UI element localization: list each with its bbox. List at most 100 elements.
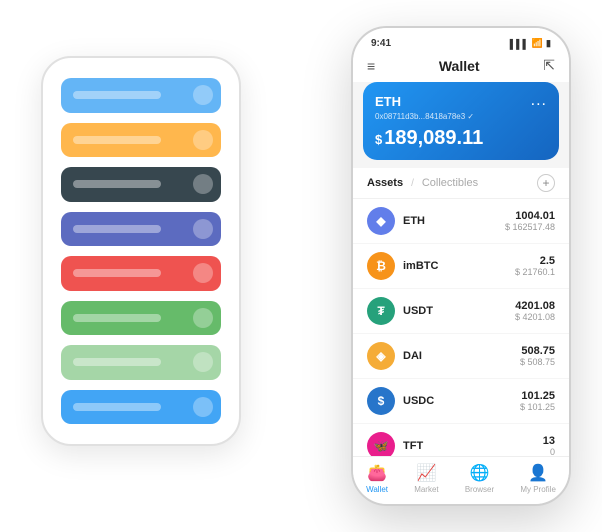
- nav-market[interactable]: 📈 Market: [414, 463, 438, 494]
- background-phone: [41, 56, 241, 446]
- usdc-usd: $ 101.25: [520, 402, 555, 412]
- bg-card-text-7: [73, 358, 161, 366]
- bg-card-8: [61, 390, 221, 425]
- eth-dollar-sign: $: [375, 132, 382, 147]
- bg-card-text-8: [73, 403, 161, 411]
- usdt-usd: $ 4201.08: [515, 312, 555, 322]
- eth-card-header: ETH ...: [375, 92, 547, 110]
- bg-card-icon-1: [193, 85, 213, 105]
- eth-address: 0x08711d3b...8418a78e3 ✓: [375, 112, 547, 121]
- bg-card-icon-6: [193, 308, 213, 328]
- scene: 9:41 ▌▌▌ 📶 ▮ ≡ Wallet ⇱ ETH ... 0x08711d…: [21, 16, 581, 516]
- usdt-amounts: 4201.08 $ 4201.08: [515, 300, 555, 322]
- expand-icon[interactable]: ⇱: [543, 57, 555, 74]
- asset-name-eth: ETH: [403, 215, 505, 227]
- nav-browser[interactable]: 🌐 Browser: [465, 463, 494, 494]
- dai-amount: 508.75: [520, 345, 555, 357]
- usdc-amounts: 101.25 $ 101.25: [520, 390, 555, 412]
- asset-item-dai[interactable]: ◈ DAI 508.75 $ 508.75: [353, 334, 569, 379]
- dai-usd: $ 508.75: [520, 357, 555, 367]
- usdt-amount: 4201.08: [515, 300, 555, 312]
- bg-card-icon-2: [193, 130, 213, 150]
- eth-card-dots[interactable]: ...: [531, 92, 547, 110]
- usdc-amount: 101.25: [520, 390, 555, 402]
- eth-usd: $ 162517.48: [505, 222, 555, 232]
- imbtc-amount: 2.5: [515, 255, 555, 267]
- dai-logo: ◈: [367, 342, 395, 370]
- imbtc-logo: ₿: [367, 252, 395, 280]
- bg-card-text-6: [73, 314, 161, 322]
- bg-card-text-2: [73, 136, 161, 144]
- tab-collectibles[interactable]: Collectibles: [422, 177, 478, 189]
- eth-balance: $189,089.11: [375, 127, 547, 150]
- phone-header: ≡ Wallet ⇱: [353, 53, 569, 82]
- assets-tabs: Assets / Collectibles: [367, 177, 478, 189]
- wallet-nav-icon: 👛: [367, 463, 387, 483]
- tft-logo: 🦋: [367, 432, 395, 456]
- bg-card-text-4: [73, 225, 161, 233]
- eth-card-label: ETH: [375, 94, 401, 109]
- eth-amount: 1004.01: [505, 210, 555, 222]
- battery-icon: ▮: [546, 38, 551, 49]
- foreground-phone: 9:41 ▌▌▌ 📶 ▮ ≡ Wallet ⇱ ETH ... 0x08711d…: [351, 26, 571, 506]
- market-nav-icon: 📈: [416, 463, 436, 483]
- asset-list: ◆ ETH 1004.01 $ 162517.48 ₿ imBTC 2.5 $ …: [353, 199, 569, 456]
- asset-name-usdt: USDT: [403, 305, 515, 317]
- bg-card-2: [61, 123, 221, 158]
- asset-item-eth[interactable]: ◆ ETH 1004.01 $ 162517.48: [353, 199, 569, 244]
- status-bar: 9:41 ▌▌▌ 📶 ▮: [353, 28, 569, 53]
- imbtc-usd: $ 21760.1: [515, 267, 555, 277]
- asset-item-imbtc[interactable]: ₿ imBTC 2.5 $ 21760.1: [353, 244, 569, 289]
- asset-item-usdc[interactable]: $ USDC 101.25 $ 101.25: [353, 379, 569, 424]
- bg-card-icon-8: [193, 397, 213, 417]
- bg-card-7: [61, 345, 221, 380]
- nav-wallet[interactable]: 👛 Wallet: [366, 463, 388, 494]
- wallet-nav-label: Wallet: [366, 485, 388, 494]
- status-time: 9:41: [371, 38, 391, 49]
- eth-logo: ◆: [367, 207, 395, 235]
- profile-nav-icon: 👤: [528, 463, 548, 483]
- browser-nav-icon: 🌐: [470, 463, 490, 483]
- eth-card[interactable]: ETH ... 0x08711d3b...8418a78e3 ✓ $189,08…: [363, 82, 559, 160]
- wallet-title: Wallet: [439, 58, 480, 74]
- wifi-icon: 📶: [532, 38, 543, 49]
- profile-nav-label: My Profile: [520, 485, 556, 494]
- bg-card-icon-5: [193, 263, 213, 283]
- eth-balance-value: 189,089.11: [384, 127, 483, 149]
- bg-card-6: [61, 301, 221, 336]
- bg-card-icon-7: [193, 352, 213, 372]
- menu-icon[interactable]: ≡: [367, 58, 375, 74]
- status-icons: ▌▌▌ 📶 ▮: [510, 38, 551, 49]
- asset-name-tft: TFT: [403, 440, 543, 452]
- usdc-logo: $: [367, 387, 395, 415]
- market-nav-label: Market: [414, 485, 438, 494]
- assets-header: Assets / Collectibles +: [353, 168, 569, 199]
- bg-card-4: [61, 212, 221, 247]
- bg-card-text-1: [73, 91, 161, 99]
- tab-divider: /: [411, 178, 414, 189]
- asset-item-tft[interactable]: 🦋 TFT 13 0: [353, 424, 569, 456]
- eth-amounts: 1004.01 $ 162517.48: [505, 210, 555, 232]
- bg-card-3: [61, 167, 221, 202]
- bg-card-icon-3: [193, 174, 213, 194]
- usdt-logo: ₮: [367, 297, 395, 325]
- asset-item-usdt[interactable]: ₮ USDT 4201.08 $ 4201.08: [353, 289, 569, 334]
- bg-card-text-3: [73, 180, 161, 188]
- nav-profile[interactable]: 👤 My Profile: [520, 463, 556, 494]
- signal-icon: ▌▌▌: [510, 39, 529, 49]
- browser-nav-label: Browser: [465, 485, 494, 494]
- bottom-nav: 👛 Wallet 📈 Market 🌐 Browser 👤 My Profile: [353, 456, 569, 504]
- dai-amounts: 508.75 $ 508.75: [520, 345, 555, 367]
- bg-card-5: [61, 256, 221, 291]
- imbtc-amounts: 2.5 $ 21760.1: [515, 255, 555, 277]
- tab-assets[interactable]: Assets: [367, 177, 403, 189]
- bg-card-text-5: [73, 269, 161, 277]
- tft-amount: 13: [543, 435, 555, 447]
- asset-name-dai: DAI: [403, 350, 520, 362]
- add-asset-button[interactable]: +: [537, 174, 555, 192]
- asset-name-imbtc: imBTC: [403, 260, 515, 272]
- asset-name-usdc: USDC: [403, 395, 520, 407]
- tft-usd: 0: [543, 447, 555, 456]
- tft-amounts: 13 0: [543, 435, 555, 456]
- bg-card-1: [61, 78, 221, 113]
